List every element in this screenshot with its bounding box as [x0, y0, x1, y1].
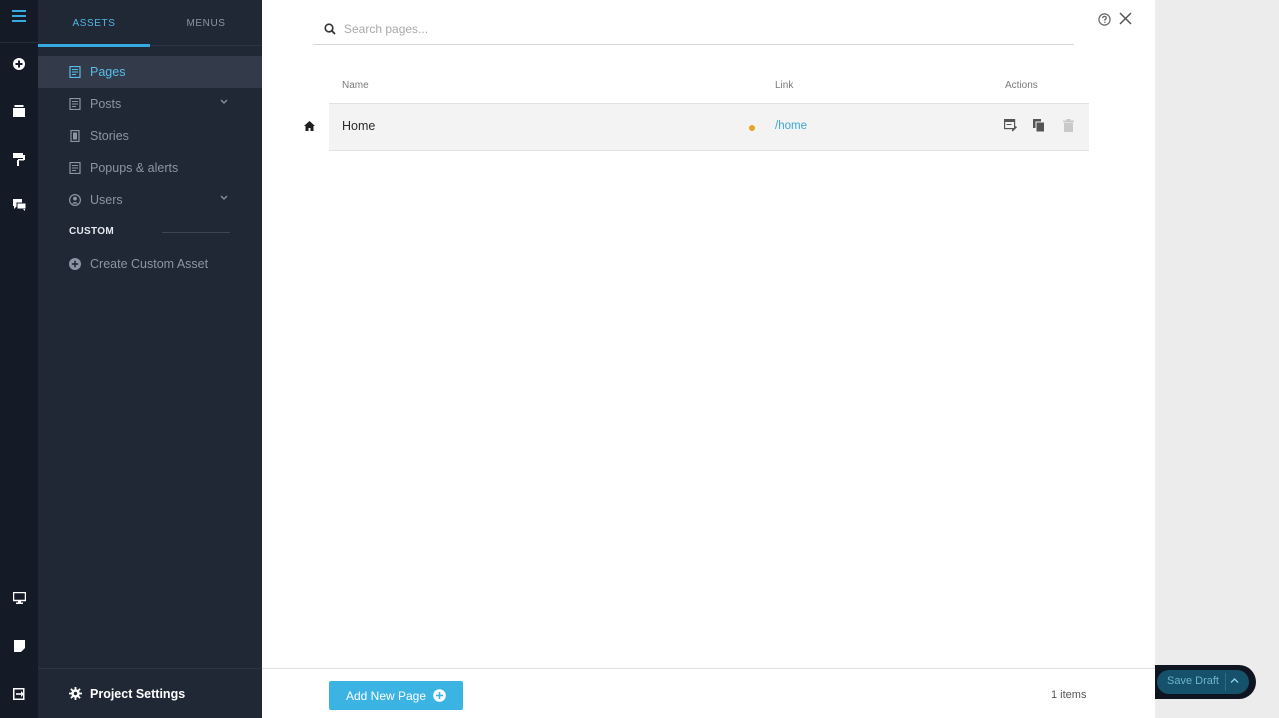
chevron-down-icon[interactable]	[220, 195, 228, 201]
add-new-page-label: Add New Page	[345, 688, 427, 703]
save-draft-label: Save Draft	[1167, 675, 1219, 687]
sidebar-item-users[interactable]: Users	[38, 184, 262, 216]
note-icon	[13, 640, 25, 652]
create-custom-asset-button[interactable]: Create Custom Asset	[38, 248, 262, 280]
close-icon[interactable]	[1119, 12, 1132, 25]
gear-icon	[69, 687, 82, 700]
comments-button[interactable]	[0, 191, 38, 219]
plus-circle-icon	[433, 689, 446, 702]
search-bar	[313, 14, 1074, 45]
column-header-actions: Actions	[1005, 80, 1038, 91]
project-settings-button[interactable]: Project Settings	[38, 668, 262, 718]
sidebar-item-label: Users	[90, 193, 123, 207]
search-input[interactable]	[344, 20, 1044, 38]
page-icon	[69, 98, 81, 110]
design-button[interactable]	[0, 145, 38, 173]
pages-panel: Name Link Actions Home /home Add New Pag…	[262, 0, 1155, 718]
save-draft-button[interactable]: Save Draft	[1157, 670, 1249, 694]
add-element-button[interactable]	[0, 50, 38, 78]
page-name[interactable]: Home	[342, 119, 375, 133]
sidebar-item-stories[interactable]: Stories	[38, 120, 262, 152]
chevron-down-icon[interactable]	[220, 99, 228, 105]
menu-toggle-button[interactable]	[0, 2, 38, 30]
exit-icon	[12, 688, 24, 700]
search-icon	[324, 23, 336, 35]
save-draft-control: Save Draft	[1155, 665, 1256, 699]
sidebar-item-label: Posts	[90, 97, 122, 111]
assets-button[interactable]	[0, 97, 38, 125]
paint-roller-icon	[13, 152, 25, 166]
rail-divider	[0, 42, 38, 43]
section-divider	[162, 232, 230, 233]
tab-menus[interactable]: MENUS	[150, 0, 262, 46]
panel-footer: Add New Page 1 items	[262, 668, 1155, 718]
sidebar-item-label: Pages	[90, 65, 126, 79]
column-header-name: Name	[342, 80, 369, 91]
add-new-page-button[interactable]: Add New Page	[329, 681, 463, 710]
user-icon	[69, 194, 81, 206]
page-icon	[69, 66, 81, 78]
exit-button[interactable]	[0, 680, 38, 708]
tab-assets[interactable]: ASSETS	[38, 0, 150, 47]
sidebar-tabs: ASSETS MENUS	[38, 0, 262, 47]
trash-icon[interactable]	[1063, 119, 1074, 132]
assets-sidebar: ASSETS MENUS Pages Posts Stories Popups …	[38, 0, 262, 718]
sidebar-item-popups[interactable]: Popups & alerts	[38, 152, 262, 184]
status-dot	[749, 125, 755, 131]
layers-icon	[13, 105, 25, 117]
home-icon	[304, 121, 315, 131]
sidebar-item-label: Create Custom Asset	[90, 257, 209, 271]
help-icon[interactable]	[1098, 13, 1111, 26]
page-link[interactable]: /home	[775, 120, 807, 132]
notes-button[interactable]	[0, 632, 38, 660]
project-settings-label: Project Settings	[90, 686, 186, 701]
sidebar-item-label: Popups & alerts	[90, 161, 179, 175]
icon-rail	[0, 0, 38, 718]
sidebar-item-posts[interactable]: Posts	[38, 88, 262, 120]
duplicate-icon[interactable]	[1033, 119, 1045, 132]
chat-icon	[12, 199, 26, 211]
desktop-view-button[interactable]	[0, 584, 38, 612]
hamburger-icon	[12, 10, 26, 22]
page-icon	[69, 162, 81, 174]
sidebar-item-pages[interactable]: Pages	[38, 56, 262, 88]
item-count: 1 items	[1051, 689, 1087, 701]
table-row[interactable]: Home /home	[329, 103, 1089, 151]
section-label-custom: CUSTOM	[69, 226, 114, 237]
edit-settings-icon[interactable]	[1004, 119, 1017, 132]
chevron-up-icon[interactable]	[1230, 677, 1239, 684]
sidebar-item-label: Stories	[90, 129, 129, 143]
save-separator	[1225, 673, 1226, 691]
plus-circle-icon	[13, 58, 25, 70]
plus-circle-icon	[69, 258, 81, 270]
column-header-link: Link	[775, 80, 794, 91]
story-icon	[70, 130, 80, 142]
monitor-icon	[12, 592, 26, 604]
